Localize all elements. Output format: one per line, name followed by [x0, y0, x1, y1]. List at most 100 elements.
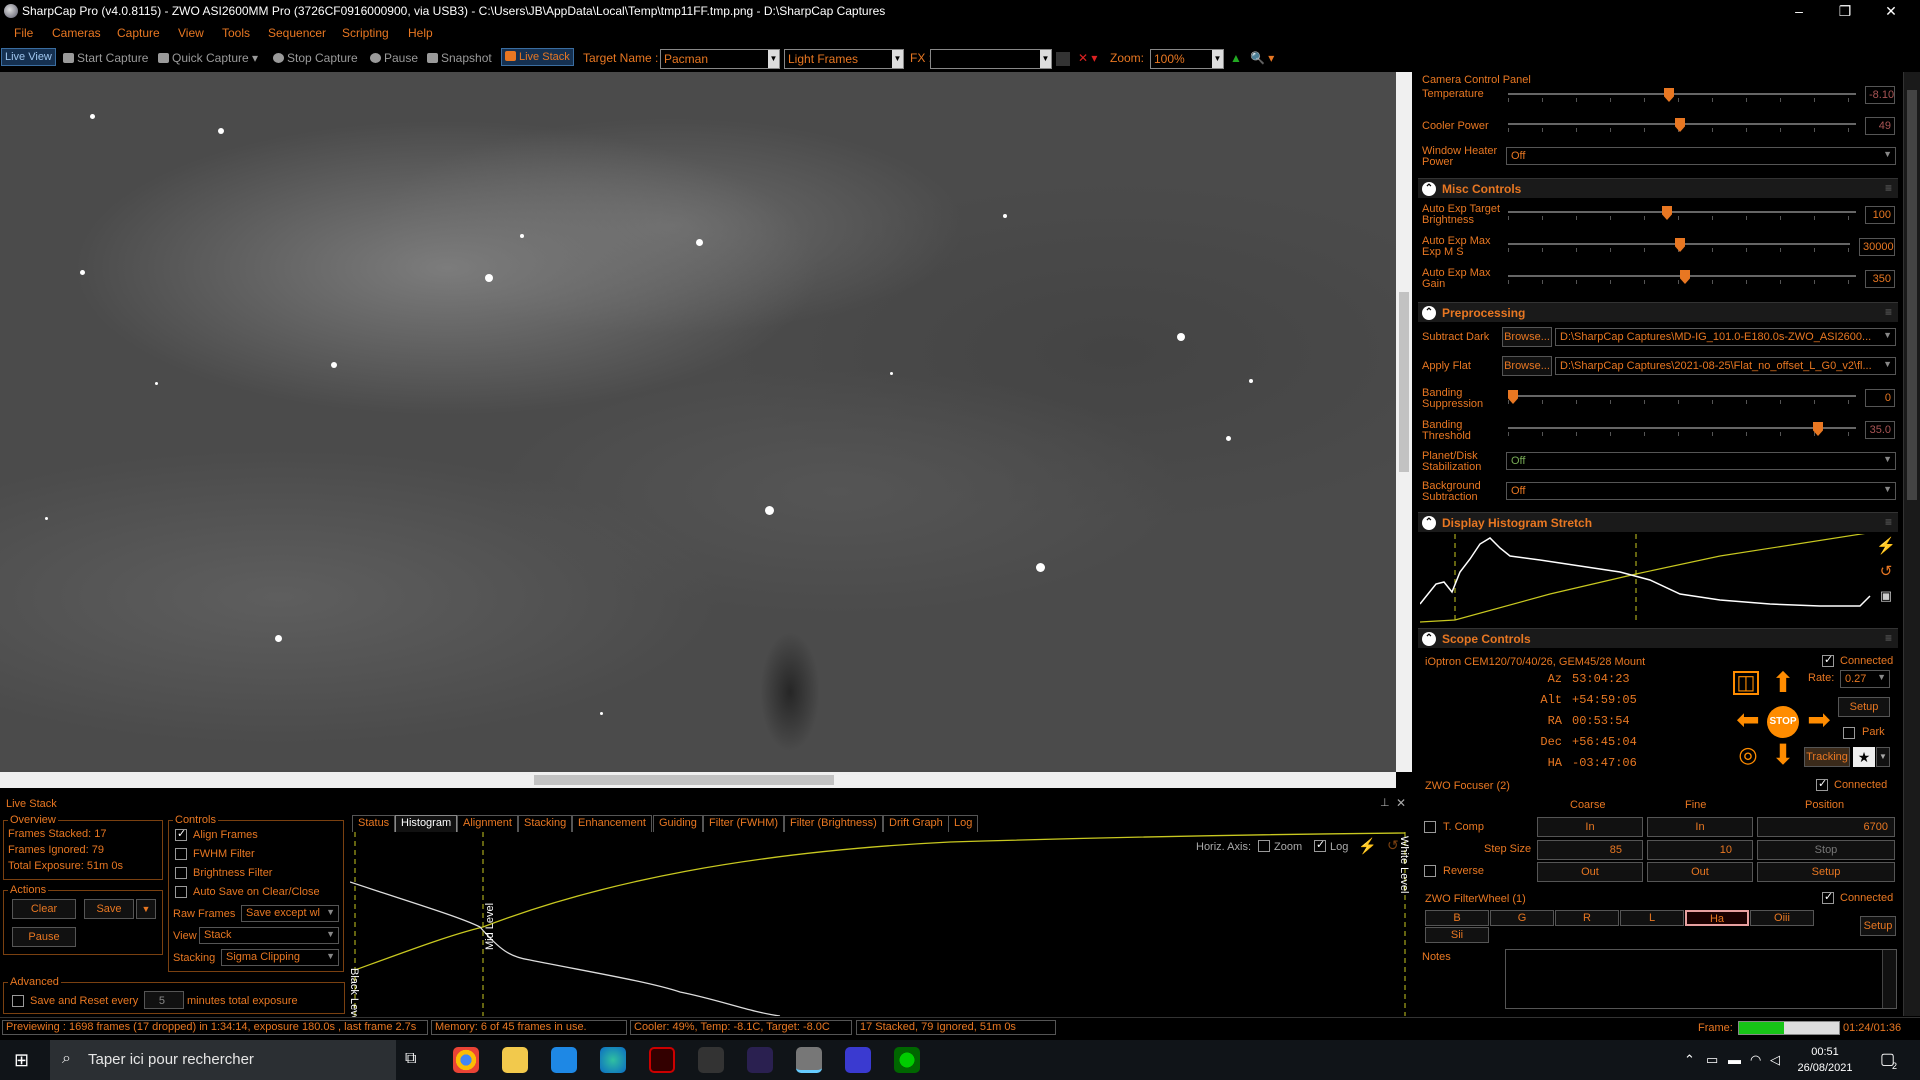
battery-icon[interactable]: ▬	[1728, 1052, 1741, 1067]
align-frames-checkbox[interactable]	[175, 827, 187, 841]
auto-stretch-icon[interactable]: ⚡	[1876, 536, 1896, 556]
tab-alignment[interactable]: Alignment	[457, 815, 518, 832]
crosshair-icon[interactable]: ✕ ▾	[1078, 51, 1097, 65]
stacking-select[interactable]: Sigma Clipping ▼	[221, 949, 339, 966]
menu-scripting[interactable]: Scripting	[342, 26, 389, 40]
live-stack-button[interactable]: Live Stack	[501, 48, 574, 66]
sharpcap-taskbar-icon[interactable]	[796, 1047, 822, 1073]
reset-icon[interactable]: ↺	[1876, 562, 1896, 582]
notes-scrollbar[interactable]	[1882, 950, 1896, 1008]
filter-ha-button[interactable]: Ha	[1685, 910, 1749, 926]
minimize-button[interactable]: –	[1776, 0, 1822, 22]
scrollbar-thumb[interactable]	[1907, 90, 1917, 500]
tab-drift-graph[interactable]: Drift Graph	[883, 815, 949, 832]
star-icon[interactable]: ★	[1853, 747, 1875, 767]
scope-connected-checkbox[interactable]	[1822, 653, 1834, 667]
wifi-icon[interactable]: ◠	[1750, 1052, 1761, 1068]
auto-exp-target-slider[interactable]	[1508, 206, 1856, 220]
reset-icon[interactable]: ↺	[1387, 837, 1399, 854]
coarse-step-input[interactable]: 85	[1537, 840, 1643, 860]
filter-g-button[interactable]: G	[1490, 910, 1554, 926]
brightness-filter-checkbox[interactable]	[175, 867, 187, 879]
reticle-icon[interactable]	[1056, 52, 1070, 66]
goto-icon[interactable]: ◫	[1733, 671, 1759, 695]
snapshot-button[interactable]: Snapshot	[427, 51, 492, 65]
stop-button[interactable]: STOP	[1767, 706, 1799, 738]
arrow-down-button[interactable]: ⬇	[1768, 741, 1798, 770]
frame-type-select[interactable]: Light Frames ▼	[784, 49, 904, 69]
banding-threshold-slider[interactable]	[1508, 422, 1856, 436]
tab-histogram[interactable]: Histogram	[395, 815, 458, 832]
speaker-icon[interactable]: ◁	[1770, 1052, 1780, 1068]
arrow-up-button[interactable]: ⬆	[1768, 669, 1798, 698]
cooler-power-slider[interactable]	[1508, 118, 1856, 132]
scope-setup-button[interactable]: Setup	[1838, 697, 1890, 717]
chrome-icon[interactable]	[453, 1047, 479, 1073]
fwhm-filter-checkbox[interactable]	[175, 848, 187, 860]
menu-icon[interactable]: ≡	[1885, 631, 1892, 645]
menu-icon[interactable]: ≡	[1885, 181, 1892, 195]
menu-tools[interactable]: Tools	[222, 26, 250, 40]
focuser-connected-checkbox[interactable]	[1816, 777, 1828, 791]
auto-save-checkbox[interactable]	[175, 886, 187, 898]
zoom-checkbox[interactable]	[1258, 840, 1270, 852]
viewer-vertical-scrollbar[interactable]	[1396, 72, 1412, 772]
auto-exp-max-value[interactable]: 30000	[1859, 238, 1895, 256]
tcomp-checkbox[interactable]	[1424, 821, 1436, 833]
background-subtraction-select[interactable]: Off ▼	[1506, 482, 1896, 500]
pin-icon[interactable]: ⊥	[1380, 798, 1390, 809]
park-checkbox[interactable]	[1843, 727, 1855, 739]
auto-exp-gain-value[interactable]: 350	[1865, 270, 1895, 288]
scrollbar-thumb[interactable]	[1399, 292, 1409, 472]
filter-l-button[interactable]: L	[1620, 910, 1684, 926]
chevron-down-icon[interactable]: ▼	[1876, 747, 1890, 767]
clear-button[interactable]: Clear	[12, 899, 76, 919]
filter-r-button[interactable]: R	[1555, 910, 1619, 926]
telescope-app-icon[interactable]	[698, 1047, 724, 1073]
fine-step-input[interactable]: 10	[1647, 840, 1753, 860]
tab-filter-fwhm[interactable]: Filter (FWHM)	[703, 815, 785, 832]
reverse-checkbox[interactable]	[1424, 865, 1436, 877]
task-view-icon[interactable]: ⧉	[405, 1050, 416, 1068]
edge-icon[interactable]	[600, 1047, 626, 1073]
view-select[interactable]: Stack ▼	[199, 927, 339, 944]
menu-icon[interactable]: ≡	[1885, 305, 1892, 319]
stop-capture-button[interactable]: Stop Capture	[273, 51, 358, 65]
magnifier-icon[interactable]: 🔍 ▾	[1250, 51, 1274, 65]
menu-cameras[interactable]: Cameras	[52, 26, 101, 40]
menu-sequencer[interactable]: Sequencer	[268, 26, 326, 40]
focuser-stop-button[interactable]: Stop	[1757, 840, 1895, 860]
filter-sii-button[interactable]: Sii	[1425, 927, 1489, 943]
fine-in-button[interactable]: In	[1647, 817, 1753, 837]
misc-controls-header[interactable]: ⌃ Misc Controls ≡	[1418, 178, 1898, 198]
auto-stretch-icon[interactable]: ⚡	[1358, 837, 1377, 855]
save-icon[interactable]: ▣	[1876, 588, 1896, 608]
planet-stabilization-select[interactable]: Off ▼	[1506, 452, 1896, 470]
menu-view[interactable]: View	[178, 26, 204, 40]
filterwheel-connected-checkbox[interactable]	[1822, 890, 1834, 904]
auto-exp-target-value[interactable]: 100	[1865, 206, 1895, 224]
file-explorer-icon[interactable]	[502, 1047, 528, 1073]
subtract-dark-select[interactable]: D:\SharpCap Captures\MD-IG_101.0-E180.0s…	[1555, 328, 1896, 346]
maximize-button[interactable]: ❐	[1822, 0, 1868, 22]
menu-file[interactable]: File	[14, 26, 33, 40]
network-icon[interactable]: ▭	[1706, 1052, 1718, 1068]
tab-status[interactable]: Status	[352, 815, 396, 832]
tracking-button[interactable]: Tracking	[1804, 747, 1850, 767]
center-target-icon[interactable]: ◎	[1733, 742, 1763, 770]
banding-suppression-slider[interactable]	[1508, 390, 1856, 404]
log-checkbox[interactable]	[1314, 838, 1326, 852]
apply-flat-select[interactable]: D:\SharpCap Captures\2021-08-25\Flat_no_…	[1555, 357, 1896, 375]
live-view-button[interactable]: Live View	[1, 48, 56, 66]
histogram-icon[interactable]: ▲	[1230, 51, 1242, 65]
taskbar-search-box[interactable]: ⌕ Taper ici pour rechercher	[50, 1040, 396, 1080]
rate-select[interactable]: 0.27 ▼	[1840, 670, 1890, 688]
menu-icon[interactable]: ≡	[1885, 515, 1892, 529]
pause-stack-button[interactable]: Pause	[12, 927, 76, 947]
coarse-out-button[interactable]: Out	[1537, 862, 1643, 882]
coarse-in-button[interactable]: In	[1537, 817, 1643, 837]
zoom-select[interactable]: 100% ▼	[1150, 49, 1224, 69]
scope-controls-header[interactable]: ⌃ Scope Controls ≡	[1418, 628, 1898, 648]
auto-exp-gain-slider[interactable]	[1508, 270, 1856, 284]
mail-icon[interactable]	[551, 1047, 577, 1073]
